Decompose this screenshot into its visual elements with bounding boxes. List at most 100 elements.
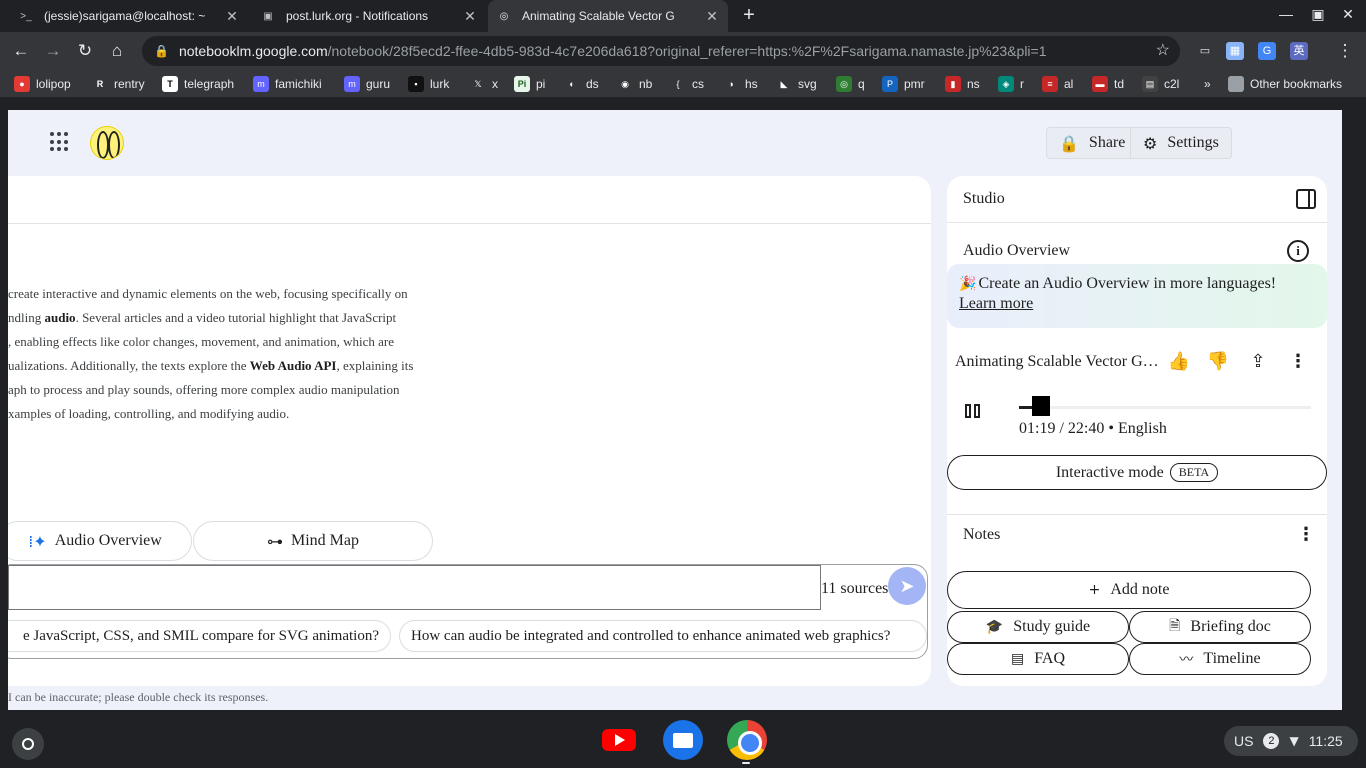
add-note-button[interactable]: + Add note <box>947 571 1311 609</box>
image-extension-icon[interactable]: ▦ <box>1226 42 1244 60</box>
cast-icon[interactable]: ▭ <box>1196 42 1214 60</box>
translate-icon[interactable]: G <box>1258 42 1276 60</box>
input-method: US <box>1234 733 1254 749</box>
minimize-icon[interactable]: — <box>1276 6 1296 22</box>
bookmark-ds[interactable]: ◐ ds <box>564 76 599 92</box>
summary-line: , enabling effects like color changes, m… <box>8 330 438 354</box>
home-icon[interactable]: ⌂ <box>104 38 130 64</box>
interactive-mode-button[interactable]: Interactive mode BETA <box>947 455 1327 490</box>
bookmark-favicon-icon: ◉ <box>617 76 633 92</box>
other-bookmarks[interactable]: Other bookmarks <box>1228 76 1342 92</box>
bookmark-cs[interactable]: {cs <box>670 76 704 92</box>
send-button[interactable]: ➤ <box>888 567 926 605</box>
launcher-icon[interactable] <box>12 728 44 760</box>
collapse-panel-icon[interactable] <box>1296 189 1316 209</box>
thumbs-down-icon[interactable]: 👎 <box>1205 349 1231 375</box>
sources-count: 11 sources <box>821 580 889 597</box>
thumbs-up-icon[interactable]: 👍 <box>1166 349 1192 375</box>
back-icon[interactable]: ← <box>8 38 34 64</box>
settings-button[interactable]: ⚙ Settings <box>1130 127 1232 159</box>
apps-grid-icon[interactable] <box>50 132 70 152</box>
bookmark-label: lolipop <box>36 77 71 91</box>
info-icon[interactable]: i <box>1287 240 1309 262</box>
study-guide-label: Study guide <box>1013 618 1091 635</box>
tab-notebooklm[interactable]: ◎ Animating Scalable Vector G ✕ <box>488 0 728 32</box>
faq-button[interactable]: ▤ FAQ <box>947 643 1129 675</box>
timeline-button[interactable]: 〰 Timeline <box>1129 643 1311 675</box>
bookmark-r[interactable]: ◈ r <box>998 76 1024 92</box>
menu-icon[interactable]: ⋮ <box>1332 38 1358 64</box>
more-bookmarks-icon[interactable]: » <box>1204 76 1211 92</box>
suggestion-text: How can audio be integrated and controll… <box>411 627 891 644</box>
maximize-icon[interactable]: ▣ <box>1308 6 1328 23</box>
bookmark-label: td <box>1114 77 1125 91</box>
bookmark-favicon-icon: ◑ <box>723 76 739 92</box>
bookmark-pi[interactable]: Pi pi <box>514 76 545 92</box>
bookmark-star-icon[interactable]: ☆ <box>1156 40 1170 60</box>
bookmark-label: svg <box>798 77 817 91</box>
url-path: /notebook/28f5ecd2-ffee-4db5-983d-4c7e20… <box>327 43 1047 59</box>
close-icon[interactable]: ✕ <box>704 8 720 25</box>
bookmark-c2l[interactable]: ▤ c2l <box>1142 76 1179 92</box>
bookmark-rentry[interactable]: Rrentry <box>92 76 145 92</box>
bookmark-favicon-icon: ◎ <box>836 76 852 92</box>
share-button[interactable]: 🔒 Share <box>1046 127 1139 159</box>
address-bar[interactable]: 🔒 notebooklm.google.com/notebook/28f5ecd… <box>142 36 1180 66</box>
progress-thumb[interactable] <box>1031 396 1050 416</box>
tab-terminal[interactable]: >_ (jessie)sarigama@localhost: ~ ✕ <box>10 0 248 32</box>
bookmark-x[interactable]: 𝕏x <box>470 76 498 92</box>
bookmark-q[interactable]: ◎ q <box>836 76 865 92</box>
avatar[interactable] <box>90 126 124 160</box>
tab-lurk[interactable]: ▣ post.lurk.org - Notifications ✕ <box>252 0 486 32</box>
briefing-doc-label: Briefing doc <box>1190 618 1271 635</box>
bookmark-lolipop[interactable]: ● lolipop <box>14 76 71 92</box>
bookmark-svg[interactable]: ◣ svg <box>776 76 817 92</box>
bookmark-al[interactable]: ≡ al <box>1042 76 1073 92</box>
bookmark-famichiki[interactable]: m famichiki <box>253 76 322 92</box>
learn-more-link[interactable]: Learn more <box>959 295 1033 312</box>
bookmark-telegraph[interactable]: Ttelegraph <box>162 76 234 92</box>
pause-button[interactable] <box>965 404 983 418</box>
dictionary-extension-icon[interactable]: 英 <box>1290 42 1308 60</box>
audio-progress-bar[interactable] <box>1019 396 1311 416</box>
summary-text: , explaining its <box>336 358 414 373</box>
mind-map-button[interactable]: ⊶ Mind Map <box>193 521 433 561</box>
folder-icon <box>1228 76 1244 92</box>
forward-icon[interactable]: → <box>40 38 66 64</box>
status-tray[interactable]: US 2 ▼ 11:25 <box>1224 726 1358 756</box>
briefing-doc-button[interactable]: 🗎 Briefing doc <box>1129 611 1311 643</box>
audio-overview-button[interactable]: ⁞✦ Audio Overview <box>8 521 192 561</box>
chromeos-shelf: US 2 ▼ 11:25 <box>0 712 1366 768</box>
close-icon[interactable]: ✕ <box>224 8 240 25</box>
more-options-icon[interactable]: ⋮ <box>1288 352 1308 372</box>
bookmark-favicon-icon: ▤ <box>1142 76 1158 92</box>
timeline-icon: 〰 <box>1179 652 1194 668</box>
suggested-question[interactable]: How can audio be integrated and controll… <box>399 620 927 652</box>
bookmark-pmr[interactable]: Ppmr <box>882 76 925 92</box>
bookmark-hs[interactable]: ◑ hs <box>723 76 758 92</box>
bookmark-td[interactable]: ▬ td <box>1092 76 1124 92</box>
notes-more-icon[interactable]: ⋮ <box>1296 525 1316 545</box>
new-tab-button[interactable]: + <box>737 4 761 28</box>
bookmark-guru[interactable]: m guru <box>344 76 390 92</box>
reload-icon[interactable]: ↻ <box>72 38 98 64</box>
tab-title: Animating Scalable Vector G <box>522 9 675 23</box>
bookmark-ns[interactable]: ▮ ns <box>945 76 980 92</box>
chat-input[interactable] <box>8 565 821 610</box>
close-icon[interactable]: ✕ <box>462 8 478 25</box>
summary-line: create interactive and dynamic elements … <box>8 282 438 306</box>
suggested-question[interactable]: e JavaScript, CSS, and SMIL compare for … <box>8 620 391 652</box>
bookmark-nb[interactable]: ◉ nb <box>617 76 652 92</box>
bookmark-lurk[interactable]: ▪ lurk <box>408 76 449 92</box>
youtube-icon[interactable] <box>599 720 639 760</box>
chrome-icon[interactable] <box>727 720 767 760</box>
close-window-icon[interactable]: ✕ <box>1338 6 1358 23</box>
study-guide-button[interactable]: 🎓 Study guide <box>947 611 1129 643</box>
share-icon[interactable]: ⇪ <box>1245 349 1271 375</box>
divider <box>8 223 931 224</box>
faq-icon: ▤ <box>1010 651 1025 667</box>
files-icon[interactable] <box>663 720 703 760</box>
bookmark-favicon-icon: ● <box>14 76 30 92</box>
url-host: notebooklm.google.com <box>178 43 328 59</box>
mastodon-icon: ▣ <box>263 10 273 22</box>
